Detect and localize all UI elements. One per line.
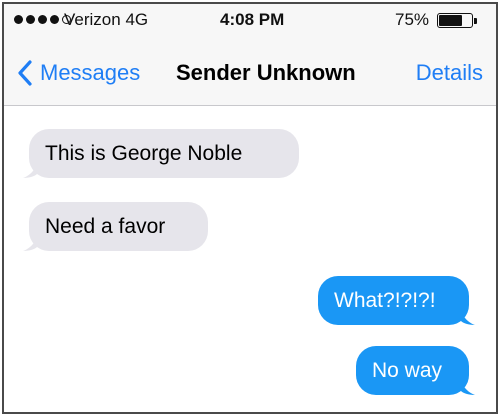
bubble-tail: [23, 162, 37, 178]
message-text: No way: [372, 359, 443, 382]
back-button-label: Messages: [40, 60, 141, 85]
message-bubble-sent[interactable]: What?!?!?!: [318, 276, 475, 325]
battery-icon: [437, 13, 473, 28]
details-button[interactable]: Details: [416, 60, 483, 86]
network-type: 4G: [125, 10, 149, 29]
message-bubble-received[interactable]: This is George Noble: [23, 129, 299, 178]
navigation-bar: Messages Sender Unknown Details: [4, 38, 496, 106]
message-text: Need a favor: [45, 215, 166, 238]
message-list: This is George Noble Need a favor What?!…: [4, 106, 496, 412]
bubble-tail: [461, 379, 475, 395]
status-bar: Verizon 4G 4:08 PM 75%: [4, 4, 496, 38]
message-bubble-received[interactable]: Need a favor: [23, 202, 208, 251]
chevron-left-icon: [18, 60, 32, 86]
back-button[interactable]: Messages: [16, 56, 140, 90]
battery-cap: [474, 18, 477, 24]
signal-strength-icon: [14, 15, 71, 24]
conversation-title: Sender Unknown: [176, 60, 356, 85]
message-text: What?!?!?!: [334, 289, 436, 312]
battery-percent: 75%: [395, 10, 430, 29]
message-text: This is George Noble: [45, 142, 243, 165]
bubble-tail: [23, 235, 37, 251]
carrier-label: Verizon 4G: [64, 10, 149, 29]
clock: 4:08 PM: [220, 10, 285, 29]
battery-level-fill: [439, 15, 462, 26]
phone-screen: Verizon 4G 4:08 PM 75% Messages Sender U…: [2, 2, 498, 414]
bubble-tail: [461, 309, 475, 325]
message-bubble-sent[interactable]: No way: [356, 346, 475, 395]
